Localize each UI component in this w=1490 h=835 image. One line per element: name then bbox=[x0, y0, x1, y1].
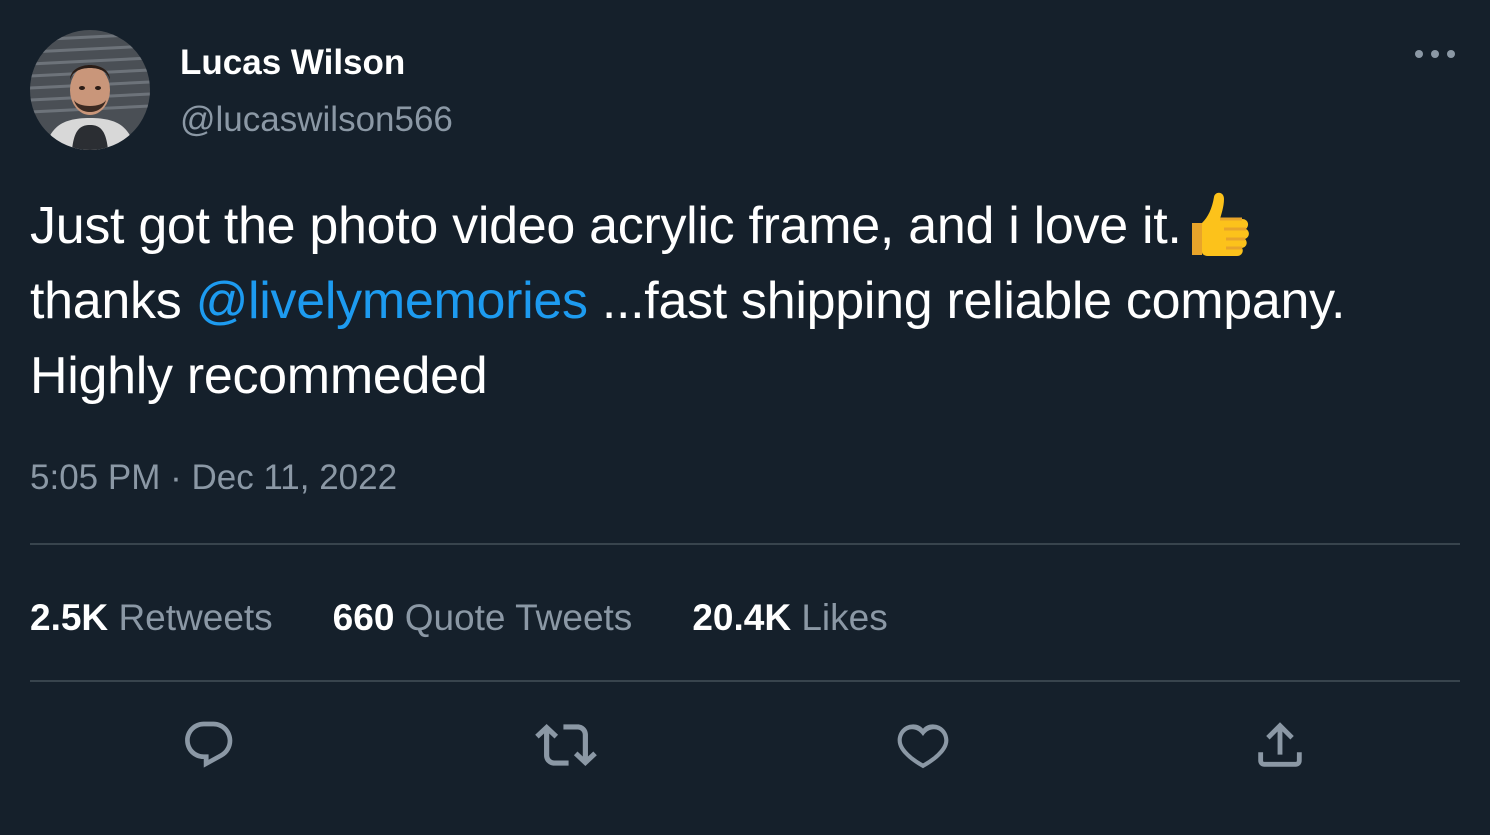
timestamp[interactable]: 5:05 PM · Dec 11, 2022 bbox=[30, 457, 397, 499]
quotes-count: 660 bbox=[332, 597, 395, 638]
quotes-label: Quote Tweets bbox=[404, 597, 633, 638]
divider bbox=[30, 543, 1460, 545]
tweet-text: Just got the photo video acrylic frame, … bbox=[30, 189, 1450, 414]
likes-stat[interactable]: 20.4K Likes bbox=[692, 596, 887, 640]
quotes-stat[interactable]: 660 Quote Tweets bbox=[333, 596, 633, 640]
display-name[interactable]: Lucas Wilson bbox=[180, 42, 405, 84]
retweet-icon bbox=[535, 724, 597, 766]
share-button[interactable] bbox=[1245, 710, 1315, 780]
tweet-text-part2: thanks bbox=[30, 272, 196, 330]
likes-count: 20.4K bbox=[692, 597, 792, 638]
thumbs-up-icon bbox=[1184, 189, 1250, 259]
like-button[interactable] bbox=[888, 710, 958, 780]
divider bbox=[30, 680, 1460, 682]
reply-button[interactable] bbox=[174, 710, 244, 780]
mention-link[interactable]: @livelymemories bbox=[196, 272, 588, 330]
engagement-stats: 2.5K Retweets 660 Quote Tweets 20.4K Lik… bbox=[30, 596, 948, 640]
tweet-text-part1: Just got the photo video acrylic frame, … bbox=[30, 197, 1182, 255]
retweet-button[interactable] bbox=[531, 710, 601, 780]
retweets-stat[interactable]: 2.5K Retweets bbox=[30, 596, 273, 640]
retweets-count: 2.5K bbox=[30, 597, 109, 638]
more-options-button[interactable] bbox=[1405, 34, 1465, 74]
heart-icon bbox=[897, 724, 949, 769]
retweets-label: Retweets bbox=[118, 597, 273, 638]
reply-icon bbox=[185, 721, 233, 768]
tweet-card: Lucas Wilson @lucaswilson566 Just got th… bbox=[0, 0, 1490, 835]
share-icon bbox=[1258, 722, 1302, 767]
more-dots-icon bbox=[1415, 50, 1455, 58]
handle[interactable]: @lucaswilson566 bbox=[180, 99, 453, 141]
profile-photo-icon bbox=[30, 30, 150, 150]
avatar[interactable] bbox=[30, 30, 150, 150]
likes-label: Likes bbox=[801, 597, 888, 638]
